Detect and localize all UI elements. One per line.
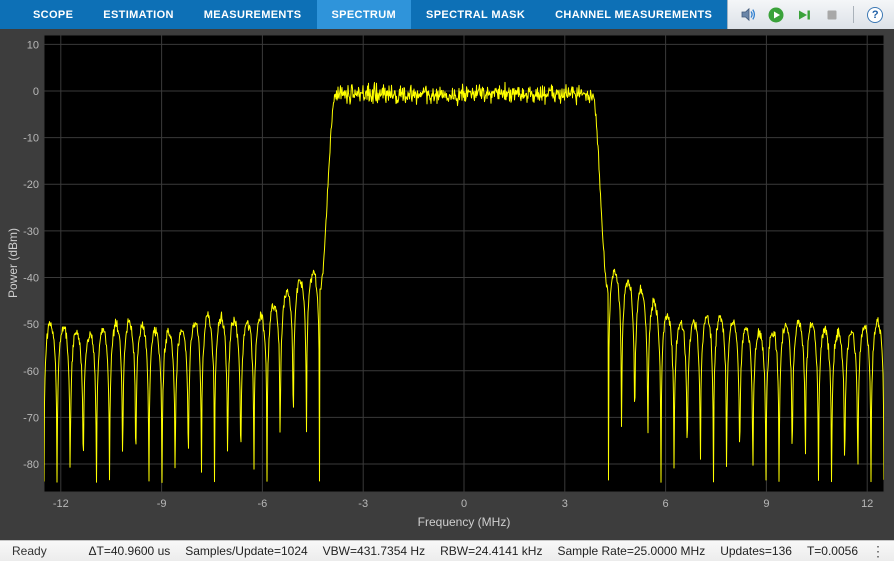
svg-text:-60: -60: [23, 366, 39, 378]
svg-text:-50: -50: [23, 319, 39, 331]
status-bar: Ready ΔT=40.9600 us Samples/Update=1024 …: [0, 540, 894, 561]
tab-measurements[interactable]: MEASUREMENTS: [189, 0, 317, 29]
tab-spectrum[interactable]: SPECTRUM: [317, 0, 412, 29]
stop-button[interactable]: [821, 4, 843, 26]
tab-channel-measurements[interactable]: CHANNEL MEASUREMENTS: [540, 0, 727, 29]
playback-toolbar: ?: [727, 0, 894, 29]
svg-text:12: 12: [861, 498, 873, 510]
svg-text:6: 6: [663, 498, 669, 510]
svg-text:-10: -10: [23, 133, 39, 145]
status-metrics: ΔT=40.9600 us Samples/Update=1024 VBW=43…: [89, 544, 859, 558]
overflow-menu-button[interactable]: ⋮: [868, 544, 888, 558]
step-forward-button[interactable]: [793, 4, 815, 26]
status-metric: Updates=136: [720, 544, 792, 558]
svg-text:-9: -9: [157, 498, 167, 510]
stop-icon: [823, 6, 841, 24]
tab-scope[interactable]: SCOPE: [18, 0, 88, 29]
help-button[interactable]: ?: [864, 4, 886, 26]
step-forward-icon: [795, 6, 813, 24]
status-metric: ΔT=40.9600 us: [89, 544, 171, 558]
run-button[interactable]: [765, 4, 787, 26]
help-icon: ?: [867, 7, 883, 23]
status-metric: Samples/Update=1024: [185, 544, 307, 558]
status-metric: Sample Rate=25.0000 MHz: [557, 544, 705, 558]
svg-text:0: 0: [461, 498, 467, 510]
x-axis-label: Frequency (MHz): [44, 515, 884, 529]
y-axis-label: Power (dBm): [6, 228, 20, 298]
svg-text:-70: -70: [23, 412, 39, 424]
run-icon: [767, 6, 785, 24]
spectrum-analyzer-window: SCOPE ESTIMATION MEASUREMENTS SPECTRUM S…: [0, 0, 894, 561]
tab-estimation[interactable]: ESTIMATION: [88, 0, 189, 29]
svg-text:-12: -12: [53, 498, 69, 510]
spectrum-plot-canvas: -12-9-6-3036912100-10-20-30-40-50-60-70-…: [0, 29, 894, 540]
speaker-button[interactable]: [737, 4, 759, 26]
toolstrip-tabbar: SCOPE ESTIMATION MEASUREMENTS SPECTRUM S…: [0, 0, 894, 29]
svg-text:-80: -80: [23, 459, 39, 471]
svg-text:-30: -30: [23, 226, 39, 238]
svg-text:0: 0: [33, 86, 39, 98]
tab-spectral-mask[interactable]: SPECTRAL MASK: [411, 0, 540, 29]
svg-text:-40: -40: [23, 272, 39, 284]
toolbar-divider: [853, 6, 854, 23]
svg-text:3: 3: [562, 498, 568, 510]
svg-text:9: 9: [763, 498, 769, 510]
status-ready: Ready: [12, 544, 47, 558]
status-metric: VBW=431.7354 Hz: [323, 544, 425, 558]
svg-text:-20: -20: [23, 179, 39, 191]
svg-text:-6: -6: [258, 498, 268, 510]
svg-text:10: 10: [27, 39, 39, 51]
svg-text:-3: -3: [358, 498, 368, 510]
status-metric: T=0.0056: [807, 544, 858, 558]
speaker-icon: [740, 6, 757, 23]
status-metric: RBW=24.4141 kHz: [440, 544, 542, 558]
tab-strip: SCOPE ESTIMATION MEASUREMENTS SPECTRUM S…: [0, 0, 727, 29]
plot-area: -12-9-6-3036912100-10-20-30-40-50-60-70-…: [0, 29, 894, 540]
